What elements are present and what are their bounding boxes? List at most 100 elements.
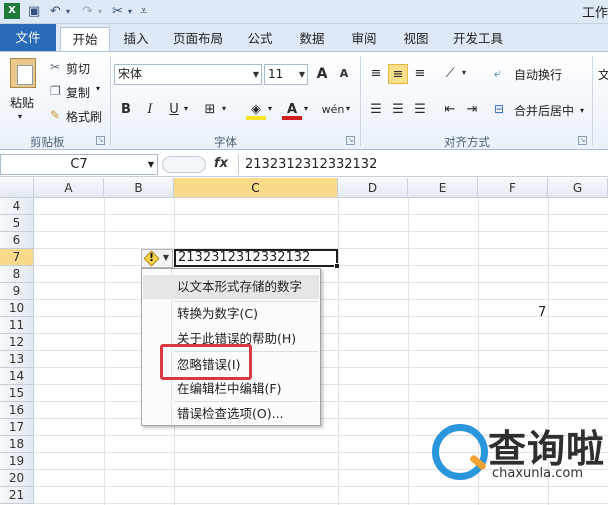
clipboard-launcher-icon[interactable]: ↘ — [96, 136, 105, 145]
wrap-text-icon[interactable]: ⤶ — [494, 66, 501, 81]
merge-dropdown-icon[interactable]: ▾ — [580, 106, 584, 115]
error-check-button[interactable]: ! ▼ — [141, 249, 173, 268]
active-cell-c7[interactable]: 2132312312332132 — [174, 249, 340, 269]
fill-dropdown-icon[interactable]: ▾ — [268, 104, 272, 113]
border-dropdown-icon[interactable]: ▾ — [222, 104, 226, 113]
row-header-16[interactable]: 16 — [0, 402, 34, 419]
formula-input[interactable]: 2132312312332132 — [238, 154, 608, 175]
tab-developer[interactable]: 开发工具 — [446, 27, 510, 51]
row-header-13[interactable]: 13 — [0, 351, 34, 368]
align-middle-icon[interactable]: ≡ — [388, 64, 408, 84]
increase-indent-icon[interactable]: ⇥ — [462, 100, 482, 120]
copy-button[interactable]: 复制 — [66, 84, 90, 101]
row-header-21[interactable]: 21 — [0, 487, 34, 504]
format-painter-icon[interactable]: ✎ — [50, 108, 60, 122]
border-icon[interactable]: ⊞ — [200, 100, 220, 120]
row-header-7[interactable]: 7 — [0, 249, 34, 266]
formula-bar-expand-handle[interactable] — [162, 156, 206, 173]
font-color-dropdown-icon[interactable]: ▾ — [304, 104, 308, 113]
menu-item-edit-in-formula-bar[interactable]: 在编辑栏中编辑(F) — [143, 377, 319, 401]
row-header-20[interactable]: 20 — [0, 470, 34, 487]
underline-dropdown-icon[interactable]: ▾ — [184, 104, 188, 113]
tab-page-layout[interactable]: 页面布局 — [166, 27, 230, 51]
column-header-f[interactable]: F — [478, 178, 548, 198]
alignment-launcher-icon[interactable]: ↘ — [578, 136, 587, 145]
column-header-e[interactable]: E — [408, 178, 478, 198]
shrink-font-button[interactable]: A — [334, 64, 354, 84]
align-top-icon[interactable]: ≡ — [366, 64, 386, 84]
tab-formulas[interactable]: 公式 — [238, 27, 282, 51]
row-header-17[interactable]: 17 — [0, 419, 34, 436]
merge-center-button[interactable]: 合并后居中 — [514, 102, 574, 119]
column-header-a[interactable]: A — [34, 178, 104, 198]
tab-review[interactable]: 审阅 — [342, 27, 386, 51]
font-size-combo[interactable]: 11 ▼ — [264, 64, 308, 85]
italic-button[interactable]: I — [140, 100, 160, 120]
paste-dropdown-icon[interactable]: ▾ — [18, 112, 22, 121]
row-header-18[interactable]: 18 — [0, 436, 34, 453]
row-header-10[interactable]: 10 — [0, 300, 34, 317]
wrap-text-button[interactable]: 自动换行 — [514, 66, 562, 83]
align-center-icon[interactable]: ☰ — [388, 100, 408, 120]
row-header-12[interactable]: 12 — [0, 334, 34, 351]
row-header-4[interactable]: 4 — [0, 198, 34, 215]
phonetic-icon[interactable]: wén — [320, 100, 346, 120]
excel-icon[interactable]: X — [4, 3, 20, 19]
row-header-8[interactable]: 8 — [0, 266, 34, 283]
tab-data[interactable]: 数据 — [290, 27, 334, 51]
grow-font-button[interactable]: A — [312, 64, 332, 84]
tools-icon[interactable]: ✂ — [112, 3, 123, 21]
column-header-d[interactable]: D — [338, 178, 408, 198]
paste-icon[interactable] — [10, 58, 36, 88]
tab-file[interactable]: 文件 — [0, 24, 56, 51]
font-color-icon[interactable]: A — [282, 100, 302, 120]
undo-dropdown-icon[interactable]: ▾ — [66, 3, 70, 21]
bold-button[interactable]: B — [116, 100, 136, 120]
cut-button[interactable]: 剪切 — [66, 60, 90, 77]
row-header-9[interactable]: 9 — [0, 283, 34, 300]
number-format-partial[interactable]: 文 — [598, 66, 608, 83]
undo-icon[interactable]: ↶ — [50, 3, 61, 21]
paste-button[interactable]: 粘贴 — [10, 94, 34, 111]
select-all-corner[interactable] — [0, 178, 34, 198]
fill-handle[interactable] — [334, 263, 340, 269]
tools-dropdown-icon[interactable]: ▾ — [128, 3, 132, 21]
orientation-icon[interactable]: ⟋ — [440, 64, 460, 84]
column-header-g[interactable]: G — [548, 178, 608, 198]
tab-home[interactable]: 开始 — [60, 27, 110, 51]
format-painter-button[interactable]: 格式刷 — [66, 108, 102, 125]
copy-icon[interactable]: ❐ — [50, 84, 61, 98]
row-header-11[interactable]: 11 — [0, 317, 34, 334]
tab-view[interactable]: 视图 — [394, 27, 438, 51]
tab-insert[interactable]: 插入 — [114, 27, 158, 51]
row-header-6[interactable]: 6 — [0, 232, 34, 249]
orientation-dropdown-icon[interactable]: ▾ — [462, 68, 466, 77]
menu-item-convert-to-number[interactable]: 转换为数字(C) — [143, 302, 319, 326]
phonetic-dropdown-icon[interactable]: ▾ — [346, 104, 350, 113]
underline-button[interactable]: U — [164, 100, 184, 120]
save-icon[interactable]: ▣ — [28, 3, 40, 21]
font-name-combo[interactable]: 宋体 ▼ — [114, 64, 262, 85]
column-header-b[interactable]: B — [104, 178, 174, 198]
align-right-icon[interactable]: ☰ — [410, 100, 430, 120]
row-header-15[interactable]: 15 — [0, 385, 34, 402]
redo-icon[interactable]: ↷ — [82, 3, 93, 21]
row-header-14[interactable]: 14 — [0, 368, 34, 385]
insert-function-button[interactable]: fx — [214, 156, 228, 171]
merge-center-icon[interactable]: ⊟ — [494, 102, 504, 116]
redo-dropdown-icon[interactable]: ▾ — [98, 3, 102, 21]
fill-color-icon[interactable]: ◈ — [246, 100, 266, 120]
menu-item-error-checking-options[interactable]: 错误检查选项(O)... — [143, 402, 319, 426]
cut-icon[interactable]: ✂ — [50, 60, 60, 74]
cell-f10[interactable]: 7 — [538, 305, 546, 320]
row-header-19[interactable]: 19 — [0, 453, 34, 470]
copy-dropdown-icon[interactable]: ▾ — [96, 84, 100, 93]
font-launcher-icon[interactable]: ↘ — [346, 136, 355, 145]
row-header-5[interactable]: 5 — [0, 215, 34, 232]
column-header-c[interactable]: C — [174, 178, 338, 198]
decrease-indent-icon[interactable]: ⇤ — [440, 100, 460, 120]
customize-icon[interactable]: ⩡ — [140, 3, 147, 21]
align-bottom-icon[interactable]: ≡ — [410, 64, 430, 84]
name-box[interactable]: C7 ▼ — [0, 154, 158, 175]
align-left-icon[interactable]: ☰ — [366, 100, 386, 120]
